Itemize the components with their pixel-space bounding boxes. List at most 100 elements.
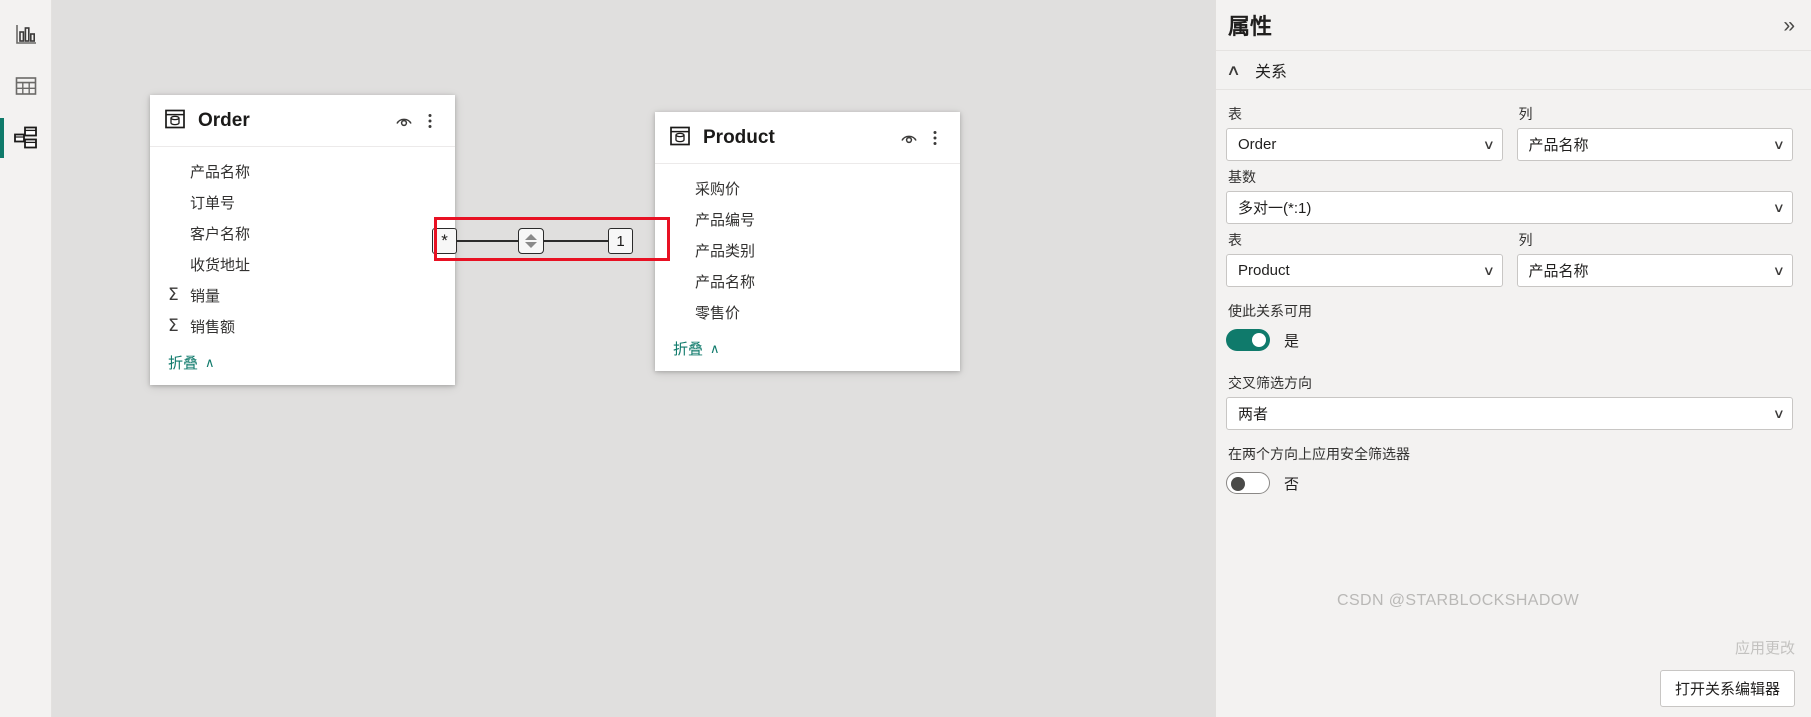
table-card-product[interactable]: Product 采购价 产品编号 产品类别 产品名称 零售价 折叠 ∧	[655, 112, 960, 371]
sigma-aggregate-icon: Σ	[168, 316, 179, 336]
to-column-select[interactable]: 产品名称 ∨	[1516, 254, 1793, 287]
table-field-row[interactable]: 产品名称	[150, 156, 455, 187]
field-label: 收货地址	[190, 257, 251, 274]
field-label: 销售额	[190, 319, 236, 336]
to-table-value: Product	[1238, 262, 1290, 279]
to-table-group: 表 Product ∨ 列 产品名称 ∨	[1226, 224, 1793, 287]
toggle-knob	[1231, 477, 1245, 491]
chevron-double-right-icon[interactable]: »	[1783, 15, 1795, 36]
more-options-icon[interactable]	[922, 125, 948, 151]
triangle-up	[525, 234, 537, 240]
table-field-row[interactable]: 产品名称	[655, 266, 960, 297]
chevron-up-icon: ∧	[205, 354, 215, 370]
cardinality-label: 基数	[1228, 169, 1256, 185]
field-label: 订单号	[190, 195, 236, 212]
security-filter-toggle[interactable]	[1226, 472, 1270, 494]
security-filter-toggle-row: 否	[1226, 472, 1793, 494]
field-label: 客户名称	[190, 226, 251, 243]
to-table-select[interactable]: Product ∨	[1226, 254, 1503, 287]
relationship-connector[interactable]: * 1	[432, 228, 633, 254]
table-card-order[interactable]: Order 产品名称 订单号 客户名称 收货地址 Σ 销量 Σ 销售额 折叠 ∧	[150, 95, 455, 385]
field-label: 销量	[190, 288, 221, 305]
properties-pane-header: 属性 »	[1216, 0, 1811, 50]
cardinality-many-marker[interactable]: *	[432, 228, 457, 254]
section-label: 关系	[1254, 64, 1287, 81]
table-card-icon	[669, 125, 691, 151]
table-card-footer: 折叠 ∧	[150, 346, 455, 385]
table-card-icon	[164, 108, 186, 134]
table-field-list: 产品名称 订单号 客户名称 收货地址 Σ 销量 Σ 销售额	[150, 147, 455, 346]
bar-chart-icon	[13, 21, 39, 47]
from-table-select[interactable]: Order ∨	[1226, 128, 1503, 161]
from-column-select[interactable]: 产品名称 ∨	[1516, 128, 1793, 161]
active-relationship-group: 使此关系可用 是	[1226, 301, 1793, 351]
relationship-section-header[interactable]: ∧ 关系	[1216, 50, 1811, 90]
from-table-value: Order	[1238, 136, 1277, 153]
field-label: 产品名称	[190, 164, 251, 181]
table-card-header[interactable]: Product	[655, 112, 960, 164]
table-field-row[interactable]: 零售价	[655, 297, 960, 328]
cardinality-one-marker[interactable]: 1	[608, 228, 633, 254]
table-field-row[interactable]: 采购价	[655, 173, 960, 204]
from-table-group: 表 Order ∨ 列 产品名称 ∨	[1226, 98, 1793, 161]
table-field-row[interactable]: 客户名称	[150, 218, 455, 249]
from-column-label: 列	[1518, 106, 1533, 122]
cross-filter-group: 交叉筛选方向 两者 ∨	[1226, 373, 1793, 430]
cardinality-value: 多对一(*:1)	[1238, 200, 1312, 217]
cross-filter-label: 交叉筛选方向	[1228, 375, 1312, 391]
table-field-row[interactable]: 产品编号	[655, 204, 960, 235]
from-column-value: 产品名称	[1528, 137, 1589, 154]
cardinality-select[interactable]: 多对一(*:1) ∨	[1226, 191, 1793, 224]
active-relationship-toggle-row: 是	[1226, 329, 1793, 351]
open-relationship-editor-button[interactable]: 打开关系编辑器	[1659, 670, 1795, 707]
collapse-label: 折叠	[673, 341, 704, 358]
more-options-icon[interactable]	[417, 108, 443, 134]
to-table-label: 表	[1228, 232, 1242, 248]
cardinality-group: 基数 多对一(*:1) ∨	[1226, 167, 1793, 224]
sidebar-item-data-view[interactable]	[0, 60, 52, 112]
table-field-row-measure[interactable]: Σ 销售额	[150, 311, 455, 342]
properties-pane-body: 表 Order ∨ 列 产品名称 ∨ 基数 多对一(*:1) ∨ 表 Produ…	[1216, 90, 1811, 494]
eye-hide-icon[interactable]	[896, 125, 922, 151]
table-name: Order	[198, 109, 250, 131]
security-filter-group: 在两个方向上应用安全筛选器 否	[1226, 444, 1793, 494]
table-name: Product	[703, 126, 775, 148]
both-directions-arrow-icon[interactable]	[518, 228, 544, 254]
active-relationship-toggle-text: 是	[1284, 332, 1300, 350]
field-label: 产品名称	[695, 274, 756, 291]
cross-filter-select[interactable]: 两者 ∨	[1226, 397, 1793, 430]
chevron-down-icon: ∨	[1773, 136, 1786, 152]
apply-changes-button[interactable]: 应用更改	[1660, 637, 1795, 658]
triangle-down	[525, 242, 537, 248]
model-relationship-icon	[12, 124, 40, 152]
sidebar-item-model-view[interactable]	[0, 112, 52, 164]
security-filter-label: 在两个方向上应用安全筛选器	[1228, 446, 1410, 462]
chevron-down-icon: ∨	[1773, 405, 1786, 421]
eye-hide-icon[interactable]	[391, 108, 417, 134]
collapse-table-button[interactable]: 折叠 ∧	[168, 352, 215, 373]
table-card-header[interactable]: Order	[150, 95, 455, 147]
sigma-aggregate-icon: Σ	[168, 285, 179, 305]
chevron-up-icon: ∧	[710, 340, 720, 356]
page-title: 属性	[1228, 14, 1273, 39]
collapse-label: 折叠	[168, 355, 199, 372]
model-canvas[interactable]: Order 产品名称 订单号 客户名称 收货地址 Σ 销量 Σ 销售额 折叠 ∧…	[52, 0, 1215, 717]
field-label: 采购价	[695, 181, 741, 198]
field-label: 零售价	[695, 305, 741, 322]
sidebar-item-report-view[interactable]	[0, 8, 52, 60]
active-relationship-toggle[interactable]	[1226, 329, 1270, 351]
table-field-row[interactable]: 订单号	[150, 187, 455, 218]
table-field-row-measure[interactable]: Σ 销量	[150, 280, 455, 311]
to-column-value: 产品名称	[1528, 263, 1589, 280]
active-relationship-label: 使此关系可用	[1228, 303, 1312, 319]
cross-filter-value: 两者	[1238, 406, 1269, 423]
table-field-row[interactable]: 收货地址	[150, 249, 455, 280]
from-table-label: 表	[1228, 106, 1242, 122]
table-field-row[interactable]: 产品类别	[655, 235, 960, 266]
chevron-down-icon: ∨	[1482, 262, 1495, 278]
chevron-up-icon: ∧	[1226, 62, 1241, 79]
collapse-table-button[interactable]: 折叠 ∧	[673, 338, 720, 359]
field-label: 产品编号	[695, 212, 756, 229]
left-navigation-rail	[0, 0, 52, 717]
properties-pane: 属性 » ∧ 关系 表 Order ∨ 列 产品名称 ∨ 基数 多对一(*:1)…	[1215, 0, 1811, 717]
